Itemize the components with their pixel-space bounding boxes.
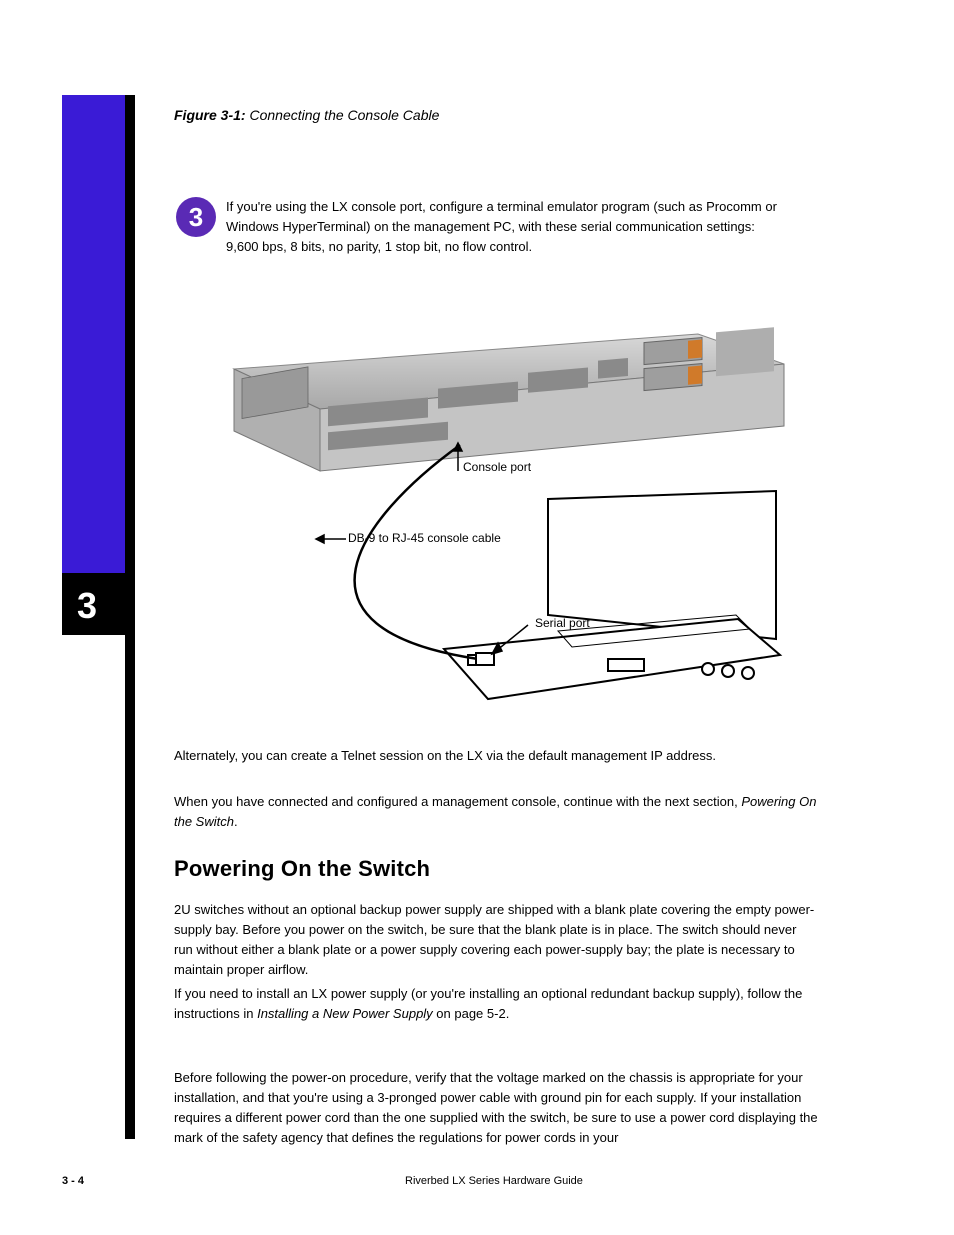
console-connection-diagram — [228, 319, 788, 729]
footer-doc-title: Riverbed LX Series Hardware Guide — [405, 1175, 583, 1187]
paragraph-continue-note: When you have connected and configured a… — [174, 792, 818, 832]
chapter-number: 3 — [77, 585, 97, 627]
paragraph-telnet-note: Alternately, you can create a Telnet ses… — [174, 746, 818, 766]
text-fragment: . — [234, 814, 238, 829]
figure-label: Figure 3-1: — [174, 107, 249, 123]
footer-page-number: 3 - 4 — [62, 1175, 84, 1187]
figure-title-text: Connecting the Console Cable — [249, 107, 439, 123]
paragraph-install-supply: If you need to install an LX power suppl… — [174, 984, 818, 1024]
figure-caption: Figure 3-1: Connecting the Console Cable — [174, 107, 439, 123]
diagram-label-serial-port: Serial port — [535, 616, 590, 630]
paragraph-voltage-check: Before following the power-on procedure,… — [174, 1068, 818, 1149]
sidebar-purple-bar — [62, 95, 125, 573]
text-fragment: on page 5-2. — [433, 1006, 510, 1021]
text-emphasis: Installing a New Power Supply — [257, 1006, 433, 1021]
step-number-badge: 3 — [176, 197, 216, 237]
step-instruction-text: If you're using the LX console port, con… — [226, 197, 786, 257]
diagram-label-cable: DB-9 to RJ-45 console cable — [348, 531, 501, 545]
section-heading-powering-on: Powering On the Switch — [174, 856, 430, 882]
diagram-label-console-port: Console port — [463, 460, 531, 474]
text-fragment: When you have connected and configured a… — [174, 794, 741, 809]
paragraph-blank-plate: 2U switches without an optional backup p… — [174, 900, 818, 981]
vertical-divider — [125, 95, 135, 1139]
